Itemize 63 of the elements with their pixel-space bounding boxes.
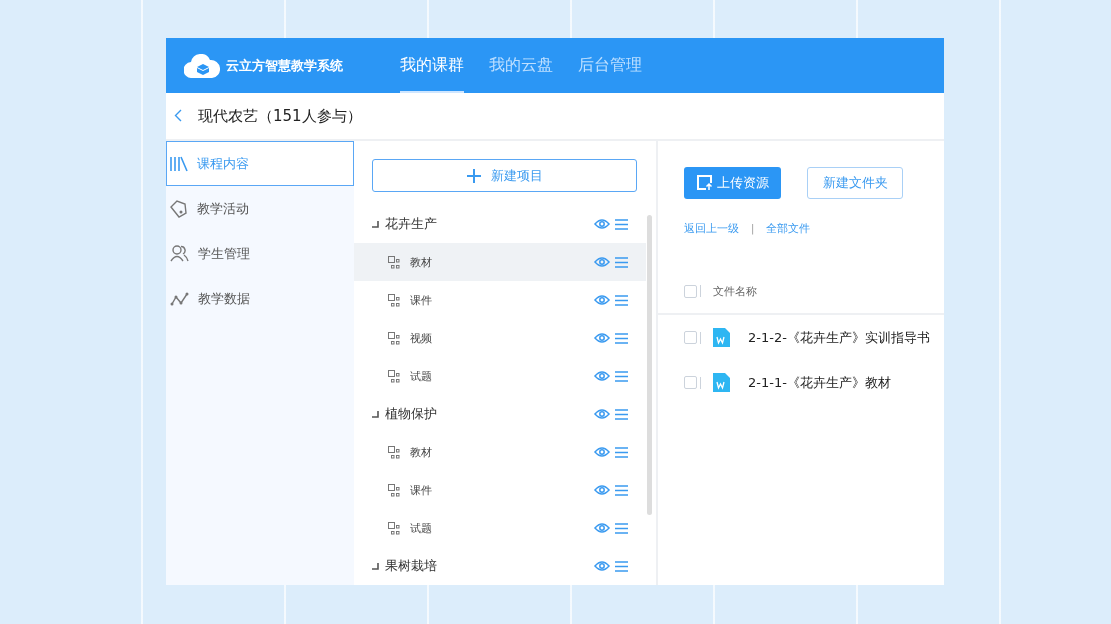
line-chart-icon (170, 291, 189, 306)
sidebar-item[interactable]: 教学活动 (166, 186, 354, 231)
users-icon (170, 245, 189, 262)
books-icon (170, 155, 188, 172)
collapse-icon[interactable] (372, 220, 379, 228)
grid-icon (388, 331, 402, 345)
cloud-logo-icon (184, 53, 220, 78)
tag-icon (170, 199, 188, 218)
menu-icon[interactable] (615, 294, 628, 306)
menu-icon[interactable] (615, 332, 628, 344)
outline-item[interactable]: 教材 (354, 243, 646, 281)
sidebar-item[interactable]: 学生管理 (166, 231, 354, 276)
document-icon (713, 373, 730, 392)
file-name[interactable]: 2-1-1-《花卉生产》教材 (748, 373, 891, 392)
scrollbar[interactable] (647, 215, 652, 515)
menu-icon[interactable] (615, 218, 628, 230)
outline-item[interactable]: 课件 (354, 281, 646, 319)
grid-icon (388, 521, 402, 535)
eye-icon[interactable] (594, 484, 610, 496)
eye-icon[interactable] (594, 446, 610, 458)
sidebar-item[interactable]: 教学数据 (166, 276, 354, 321)
plus-icon (466, 168, 481, 183)
outline-group[interactable]: 果树栽培 (354, 547, 646, 585)
menu-icon[interactable] (615, 446, 628, 458)
grid-icon (388, 483, 402, 497)
menu-icon[interactable] (615, 256, 628, 268)
menu-icon[interactable] (615, 370, 628, 382)
checkbox[interactable] (684, 331, 697, 344)
menu-icon[interactable] (615, 522, 628, 534)
eye-icon[interactable] (594, 370, 610, 382)
outline-item[interactable]: 视频 (354, 319, 646, 357)
eye-icon[interactable] (594, 332, 610, 344)
eye-icon[interactable] (594, 294, 610, 306)
eye-icon[interactable] (594, 560, 610, 572)
separator: | (751, 223, 755, 234)
eye-icon[interactable] (594, 522, 610, 534)
checkbox[interactable] (684, 284, 697, 298)
menu-icon[interactable] (615, 560, 628, 572)
outline-item[interactable]: 教材 (354, 433, 646, 471)
collapse-icon[interactable] (372, 410, 379, 418)
eye-icon[interactable] (594, 218, 610, 230)
eye-icon[interactable] (594, 256, 610, 268)
menu-icon[interactable] (615, 408, 628, 420)
outline-group[interactable]: 植物保护 (354, 395, 646, 433)
outline-group[interactable]: 花卉生产 (354, 205, 646, 243)
upload-icon (696, 175, 713, 191)
document-icon (713, 328, 730, 347)
column-header: 文件名称 (713, 283, 757, 299)
checkbox[interactable] (684, 376, 697, 389)
grid-icon (388, 369, 402, 383)
back-icon[interactable] (174, 108, 182, 122)
outline-item[interactable]: 试题 (354, 357, 646, 395)
menu-icon[interactable] (615, 484, 628, 496)
logo-text: 云立方智慧教学系统 (226, 56, 343, 75)
grid-icon (388, 293, 402, 307)
course-title: 现代农艺（151人参与） (198, 106, 362, 126)
collapse-icon[interactable] (372, 562, 379, 570)
eye-icon[interactable] (594, 408, 610, 420)
file-name[interactable]: 2-1-2-《花卉生产》实训指导书 (748, 328, 930, 347)
outline-item[interactable]: 试题 (354, 509, 646, 547)
outline-item[interactable]: 课件 (354, 471, 646, 509)
grid-icon (388, 255, 402, 269)
grid-icon (388, 445, 402, 459)
